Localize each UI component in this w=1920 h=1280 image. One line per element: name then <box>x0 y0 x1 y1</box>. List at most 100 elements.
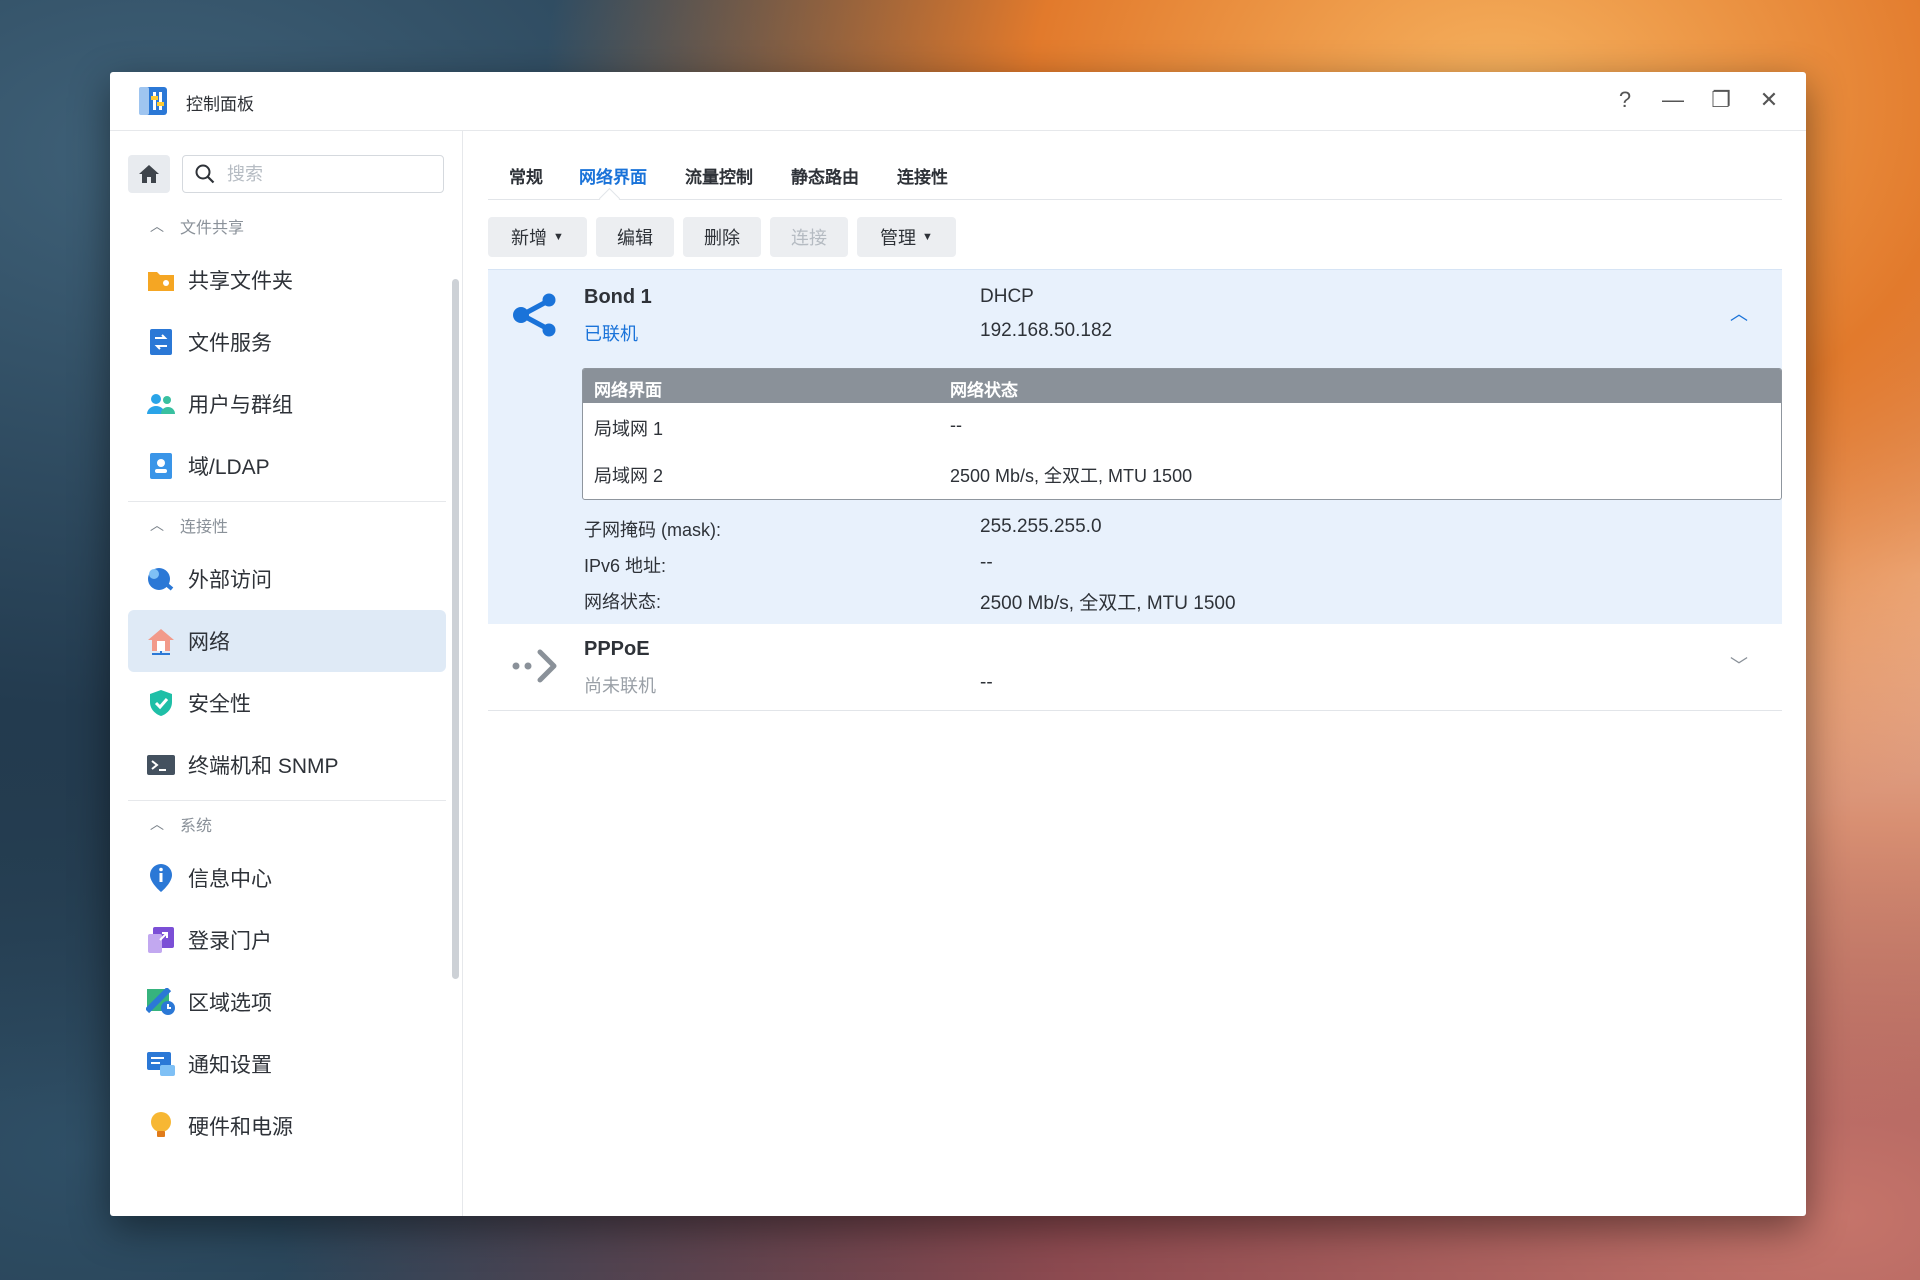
pppoe-status: 尚未联机 <box>584 676 656 696</box>
manage-button-label: 管理 <box>880 228 917 248</box>
sidebar-item-label: 终端机和 SNMP <box>188 755 339 778</box>
column-header-status: 网络状态 <box>950 381 1018 400</box>
home-button[interactable] <box>128 155 170 193</box>
sidebar-item-label: 文件服务 <box>188 332 272 355</box>
close-icon[interactable]: ✕ <box>1756 86 1782 114</box>
chevron-up-icon: ︿ <box>150 816 164 832</box>
chevron-up-icon: ︿ <box>150 218 164 234</box>
member-state: -- <box>950 415 962 435</box>
delete-button[interactable]: 删除 <box>683 217 761 257</box>
sidebar-item-shared-folder[interactable]: 共享文件夹 <box>128 249 446 311</box>
sidebar-item-label: 信息中心 <box>188 868 272 891</box>
lightbulb-icon <box>146 1111 176 1141</box>
sidebar-item-label: 用户与群组 <box>188 394 293 417</box>
users-icon <box>146 389 176 419</box>
nav-group-connectivity[interactable]: ︿ 连接性 <box>128 502 446 548</box>
sidebar-item-login-portal[interactable]: 登录门户 <box>128 909 446 971</box>
bond-members-table: 网络界面 网络状态 局域网 1 -- 局域网 2 2500 Mb/s, 全双工,… <box>582 368 1782 500</box>
ipv6-label: IPv6 地址: <box>584 556 667 576</box>
dropdown-caret-icon: ▼ <box>553 231 564 243</box>
bond-status: 已联机 <box>584 324 638 344</box>
tab-network-interface[interactable]: 网络界面 <box>579 163 647 188</box>
nav-group-label: 文件共享 <box>180 220 245 237</box>
sidebar-item-label: 共享文件夹 <box>188 270 293 293</box>
manage-button[interactable]: 管理 ▼ <box>857 217 956 257</box>
pppoe-arrow-icon <box>512 649 557 683</box>
tab-bar: 常规 网络界面 流量控制 静态路由 连接性 <box>488 131 1782 210</box>
sidebar-scrollbar[interactable] <box>452 279 459 979</box>
file-services-icon <box>146 327 176 357</box>
help-icon[interactable]: ? <box>1612 86 1638 114</box>
sidebar-item-hardware-power[interactable]: 硬件和电源 <box>128 1095 446 1157</box>
delete-button-label: 删除 <box>704 228 740 248</box>
info-icon <box>146 863 176 893</box>
subnet-mask-label: 子网掩码 (mask): <box>584 520 721 540</box>
regional-options-icon <box>146 987 176 1017</box>
connect-button[interactable]: 连接 <box>770 217 848 257</box>
pppoe-value: -- <box>980 672 993 693</box>
tab-traffic-control[interactable]: 流量控制 <box>685 163 753 188</box>
bond-ip: 192.168.50.182 <box>980 320 1113 341</box>
control-panel-window: 控制面板 ? — ❐ ✕ ︿ 文件共享 <box>110 72 1806 1216</box>
tab-static-route[interactable]: 静态路由 <box>791 163 859 188</box>
pppoe-name: PPPoE <box>584 638 650 660</box>
home-icon <box>139 165 159 183</box>
nav-group-file-sharing[interactable]: ︿ 文件共享 <box>128 203 446 249</box>
table-row: 局域网 1 -- <box>583 403 1781 450</box>
minimize-icon[interactable]: — <box>1660 86 1686 114</box>
sidebar-item-label: 安全性 <box>188 693 251 716</box>
sidebar-item-security[interactable]: 安全性 <box>128 672 446 734</box>
sidebar-item-label: 网络 <box>188 631 230 654</box>
connect-button-label: 连接 <box>791 228 827 248</box>
external-access-icon <box>146 564 176 594</box>
login-portal-icon <box>146 925 176 955</box>
sidebar-item-file-services[interactable]: 文件服务 <box>128 311 446 373</box>
toolbar: 新增 ▼ 编辑 删除 连接 管理 ▼ <box>488 217 956 257</box>
main-content: 常规 网络界面 流量控制 静态路由 连接性 新增 ▼ 编辑 删除 连接 管理 ▼ <box>488 131 1782 1216</box>
bond-name: Bond 1 <box>584 286 652 308</box>
notification-icon <box>146 1049 176 1079</box>
sidebar-item-label: 登录门户 <box>188 930 272 953</box>
column-header-interface: 网络界面 <box>594 381 662 400</box>
bond-interface-panel[interactable]: Bond 1 已联机 DHCP 192.168.50.182 ︿ 网络界面 网络… <box>488 269 1782 624</box>
subnet-mask-value: 255.255.255.0 <box>980 516 1102 537</box>
member-name: 局域网 1 <box>594 419 664 439</box>
sidebar-item-label: 区域选项 <box>188 992 272 1015</box>
bond-mode: DHCP <box>980 286 1034 307</box>
sidebar-item-notification[interactable]: 通知设置 <box>128 1033 446 1095</box>
title-bar: 控制面板 ? — ❐ ✕ <box>110 72 1806 131</box>
sidebar-item-terminal-snmp[interactable]: 终端机和 SNMP <box>128 734 446 796</box>
search-field[interactable] <box>182 155 444 193</box>
sidebar: ︿ 文件共享 共享文件夹 文件服务 用户与群组 <box>110 131 463 1216</box>
maximize-icon[interactable]: ❐ <box>1708 86 1734 114</box>
sidebar-item-domain-ldap[interactable]: 域/LDAP <box>128 435 446 497</box>
nav-group-label: 系统 <box>180 818 213 835</box>
chevron-down-icon[interactable]: ﹀ <box>1730 652 1748 678</box>
control-panel-app-icon <box>139 87 167 115</box>
folder-icon <box>146 265 176 295</box>
sidebar-nav: ︿ 文件共享 共享文件夹 文件服务 用户与群组 域/LDAP ︿ 连接性 外部访… <box>128 203 446 1157</box>
sidebar-item-users-groups[interactable]: 用户与群组 <box>128 373 446 435</box>
sidebar-item-label: 通知设置 <box>188 1054 272 1077</box>
sidebar-item-external-access[interactable]: 外部访问 <box>128 548 446 610</box>
sidebar-item-network[interactable]: 网络 <box>128 610 446 672</box>
tab-general[interactable]: 常规 <box>509 163 543 188</box>
add-button-label: 新增 <box>511 228 548 248</box>
pppoe-interface-panel[interactable]: PPPoE 尚未联机 -- ﹀ <box>488 624 1782 711</box>
terminal-icon <box>146 750 176 780</box>
nav-group-label: 连接性 <box>180 519 229 536</box>
active-tab-indicator <box>598 187 621 210</box>
domain-icon <box>146 451 176 481</box>
search-input[interactable] <box>225 162 429 186</box>
member-name: 局域网 2 <box>594 466 664 486</box>
chevron-up-icon[interactable]: ︿ <box>1730 300 1748 326</box>
tab-connectivity[interactable]: 连接性 <box>897 163 948 188</box>
edit-button[interactable]: 编辑 <box>596 217 674 257</box>
sidebar-item-regional-options[interactable]: 区域选项 <box>128 971 446 1033</box>
network-home-icon <box>146 626 176 656</box>
search-icon <box>195 164 215 184</box>
sidebar-item-info-center[interactable]: 信息中心 <box>128 847 446 909</box>
add-button[interactable]: 新增 ▼ <box>488 217 587 257</box>
table-row: 局域网 2 2500 Mb/s, 全双工, MTU 1500 <box>583 450 1781 497</box>
nav-group-system[interactable]: ︿ 系统 <box>128 801 446 847</box>
